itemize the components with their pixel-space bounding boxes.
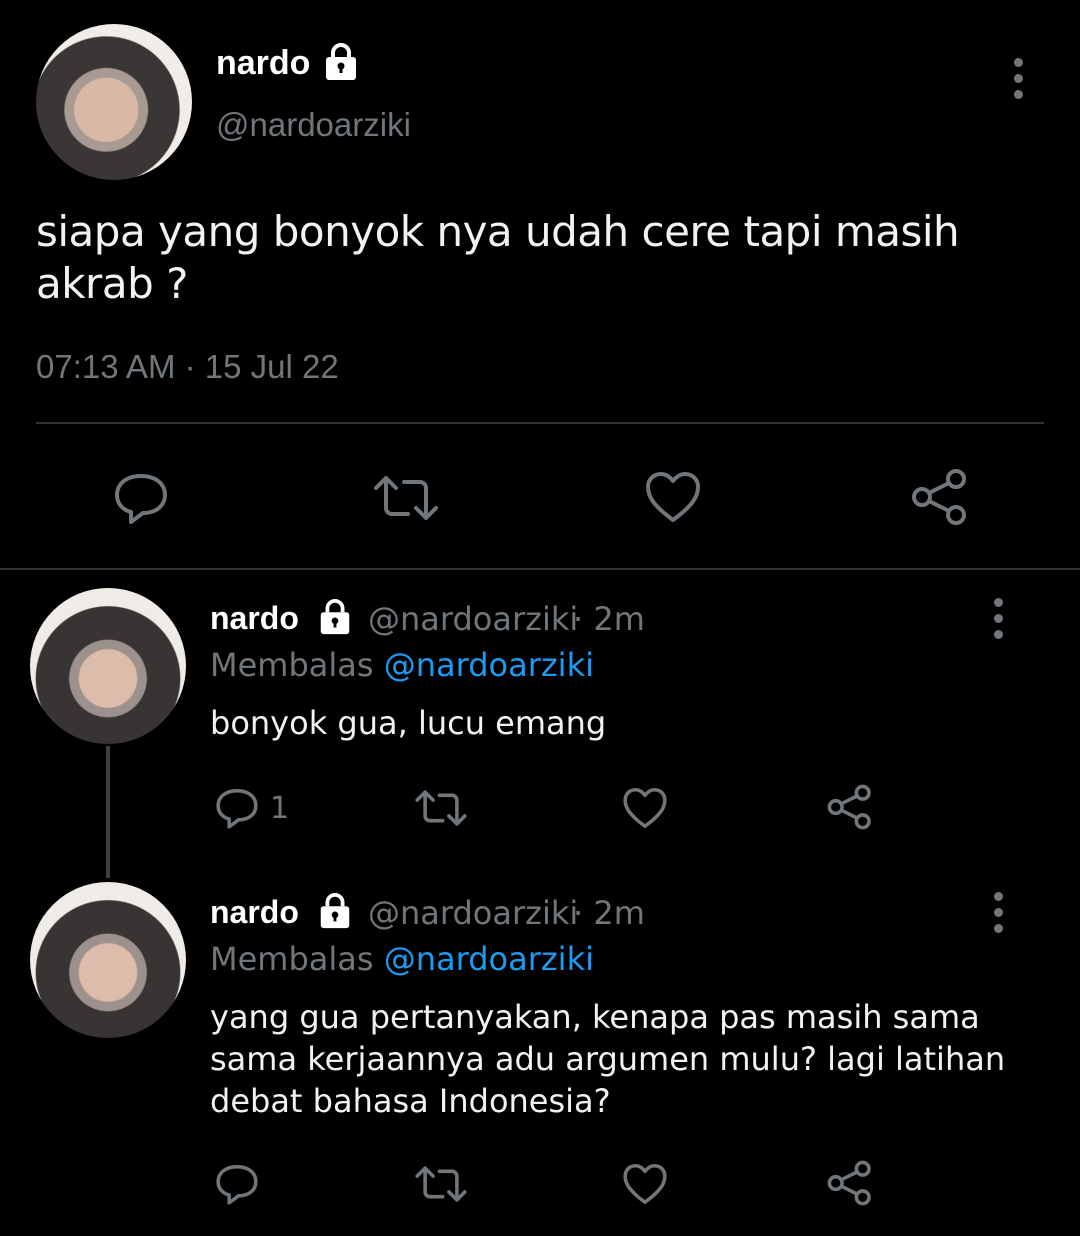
author-name[interactable]: nardo xyxy=(216,44,310,83)
tweet-thread: nardo @nardoarziki siapa yang bonyok nya… xyxy=(0,0,1080,1236)
avatar[interactable] xyxy=(36,24,192,180)
reply-author-handle[interactable]: @nardoarziki xyxy=(368,600,578,638)
more-options-icon[interactable] xyxy=(1012,58,1024,99)
like-icon xyxy=(623,787,667,829)
retweet-button[interactable] xyxy=(414,1164,468,1204)
share-button[interactable] xyxy=(910,468,970,526)
like-button[interactable] xyxy=(644,470,702,524)
replying-label: Membalas xyxy=(210,940,374,978)
tweet-timestamp[interactable]: 07:13 AM · 15 Jul 22 xyxy=(36,348,339,386)
replying-to: Membalas @nardoarziki xyxy=(210,646,594,684)
share-button[interactable] xyxy=(826,784,874,830)
reply-author-handle[interactable]: @nardoarziki xyxy=(368,894,578,932)
like-icon xyxy=(623,1163,667,1205)
retweet-icon xyxy=(415,790,467,826)
retweet-icon xyxy=(415,1166,467,1202)
reply-time: · 2m xyxy=(573,600,645,638)
reply-icon xyxy=(115,474,167,524)
replying-to: Membalas @nardoarziki xyxy=(210,940,594,978)
more-options-icon[interactable] xyxy=(992,598,1004,639)
avatar[interactable] xyxy=(30,882,186,1038)
avatar[interactable] xyxy=(30,588,186,744)
author-handle[interactable]: @nardoarziki xyxy=(216,106,411,144)
more-options-icon[interactable] xyxy=(992,892,1004,933)
reply-icon xyxy=(216,1164,258,1205)
like-icon xyxy=(646,472,700,522)
share-icon xyxy=(827,1160,871,1206)
divider xyxy=(36,422,1044,424)
share-button[interactable] xyxy=(826,1160,874,1206)
lock-icon xyxy=(316,892,354,930)
reply-time: · 2m xyxy=(573,894,645,932)
reply-author-name[interactable]: nardo xyxy=(210,894,299,931)
lock-icon xyxy=(316,598,354,636)
lock-icon xyxy=(321,42,361,82)
replying-label: Membalas xyxy=(210,646,374,684)
reply-text: bonyok gua, lucu emang xyxy=(210,704,607,742)
reply-count: 1 xyxy=(270,790,290,826)
retweet-button[interactable] xyxy=(414,788,468,828)
thread-connector xyxy=(106,746,110,878)
reply-author-name[interactable]: nardo xyxy=(210,600,299,637)
reply-button[interactable] xyxy=(112,470,170,526)
mention-link[interactable]: @nardoarziki xyxy=(384,940,594,978)
divider xyxy=(0,568,1080,570)
tweet-text: siapa yang bonyok nya udah cere tapi mas… xyxy=(36,207,960,308)
share-icon xyxy=(827,784,871,830)
retweet-button[interactable] xyxy=(372,474,440,522)
share-icon xyxy=(912,469,966,525)
reply-button[interactable] xyxy=(214,1162,260,1206)
reply-icon xyxy=(216,788,258,829)
mention-link[interactable]: @nardoarziki xyxy=(384,646,594,684)
like-button[interactable] xyxy=(622,786,668,830)
like-button[interactable] xyxy=(622,1162,668,1206)
reply-text: yang gua pertanyakan, kenapa pas masih s… xyxy=(210,998,1006,1120)
reply-button[interactable]: 1 xyxy=(214,786,289,830)
retweet-icon xyxy=(374,476,438,520)
